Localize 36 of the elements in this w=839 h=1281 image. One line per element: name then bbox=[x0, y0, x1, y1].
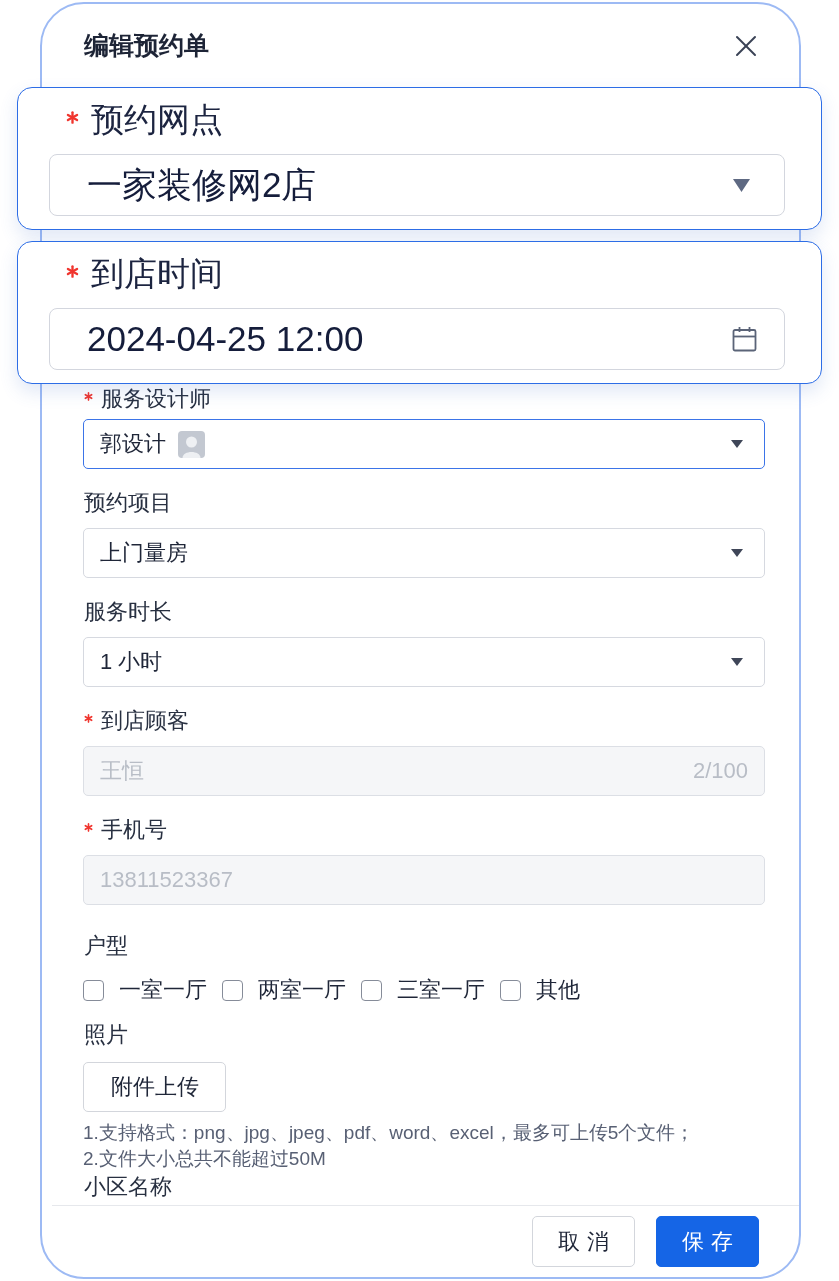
checkbox-label[interactable]: 其他 bbox=[536, 975, 580, 1005]
field-label: 服务设计师 bbox=[101, 386, 211, 412]
select-field[interactable]: 1 小时 bbox=[83, 637, 765, 687]
date-field[interactable]: 2024-04-25 12:00 bbox=[49, 308, 785, 370]
character-count: 2/100 bbox=[692, 758, 748, 784]
upload-button[interactable]: 附件上传 bbox=[83, 1062, 226, 1112]
field-label: 户型 bbox=[84, 932, 128, 960]
checkbox-label[interactable]: 三室一厅 bbox=[397, 975, 485, 1005]
field-label: 到店时间 bbox=[91, 254, 223, 294]
caret-icon bbox=[733, 178, 750, 192]
hint-text: 1.支持格式：png、jpg、jpeg、pdf、word、excel，最多可上传5个文件； bbox=[83, 1121, 695, 1145]
checkbox[interactable] bbox=[361, 979, 382, 1001]
select-field[interactable]: 上门量房 bbox=[83, 528, 765, 578]
field-label: 照片 bbox=[84, 1021, 128, 1049]
field-label: 预约网点 bbox=[91, 100, 223, 140]
caret-icon bbox=[731, 549, 743, 557]
cancel-button[interactable]: 取 消 bbox=[532, 1216, 635, 1267]
field-label: 到店顾客 bbox=[101, 707, 189, 735]
field-label: 小区名称 bbox=[84, 1175, 172, 1199]
caret-icon bbox=[731, 440, 743, 448]
checkbox-label[interactable]: 两室一厅 bbox=[258, 975, 346, 1005]
dialog-title: 编辑预约单 bbox=[84, 29, 209, 61]
field-label: 预约项目 bbox=[84, 489, 172, 517]
hint-text: 2.文件大小总共不能超过50M bbox=[83, 1147, 326, 1171]
caret-icon bbox=[731, 658, 743, 666]
select-field[interactable]: 郭设计 bbox=[83, 419, 765, 469]
checkbox-label[interactable]: 一室一厅 bbox=[119, 975, 207, 1005]
calendar-icon bbox=[732, 326, 757, 352]
field-label: 服务时长 bbox=[84, 598, 172, 626]
checkbox[interactable] bbox=[500, 979, 521, 1001]
close-icon[interactable] bbox=[735, 35, 757, 57]
checkbox[interactable] bbox=[83, 979, 104, 1001]
checkbox[interactable] bbox=[222, 979, 243, 1001]
select-field[interactable]: 一家装修网2店 bbox=[49, 154, 785, 216]
save-button[interactable]: 保 存 bbox=[656, 1216, 759, 1267]
field-label: 手机号 bbox=[101, 816, 167, 844]
